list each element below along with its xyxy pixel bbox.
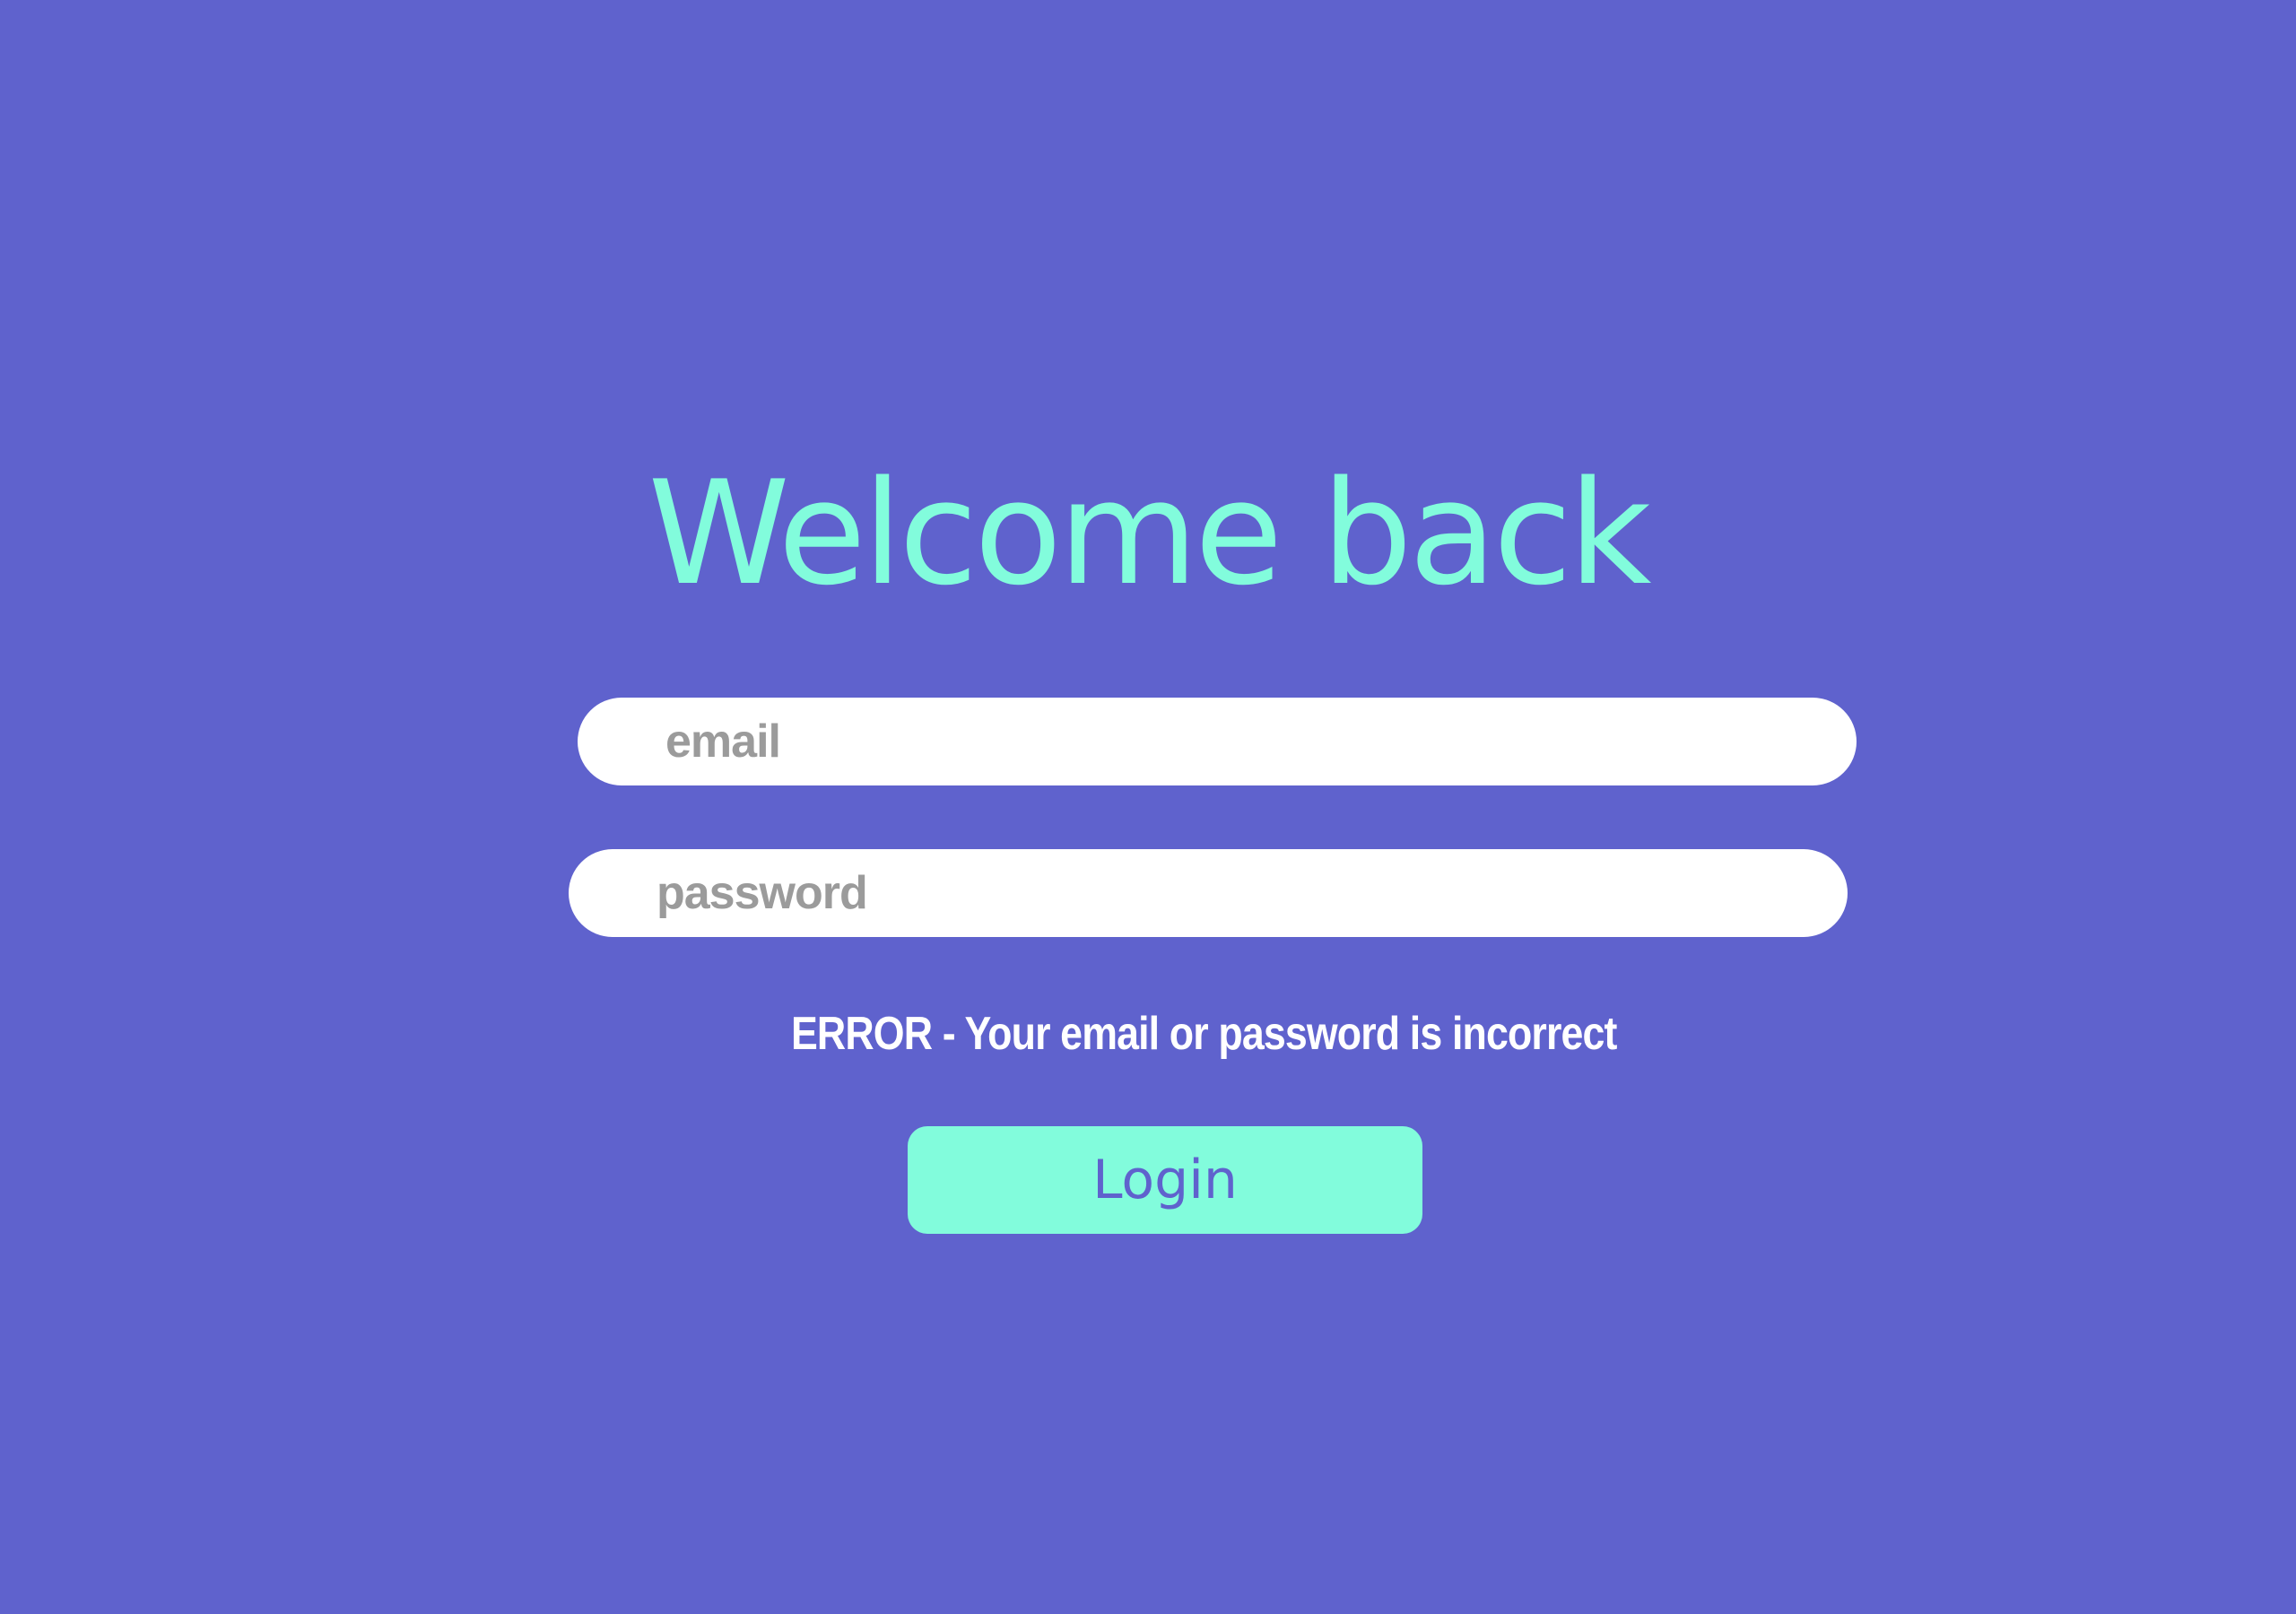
login-screen: Welcome back ERROR - Your email or passw… bbox=[0, 0, 2296, 1614]
login-button[interactable]: Login bbox=[908, 1126, 1422, 1234]
email-field[interactable] bbox=[578, 698, 1857, 785]
page-title: Welcome back bbox=[648, 449, 1652, 617]
password-field[interactable] bbox=[569, 849, 1848, 937]
error-message: ERROR - Your email or password is incorr… bbox=[790, 1008, 1617, 1060]
